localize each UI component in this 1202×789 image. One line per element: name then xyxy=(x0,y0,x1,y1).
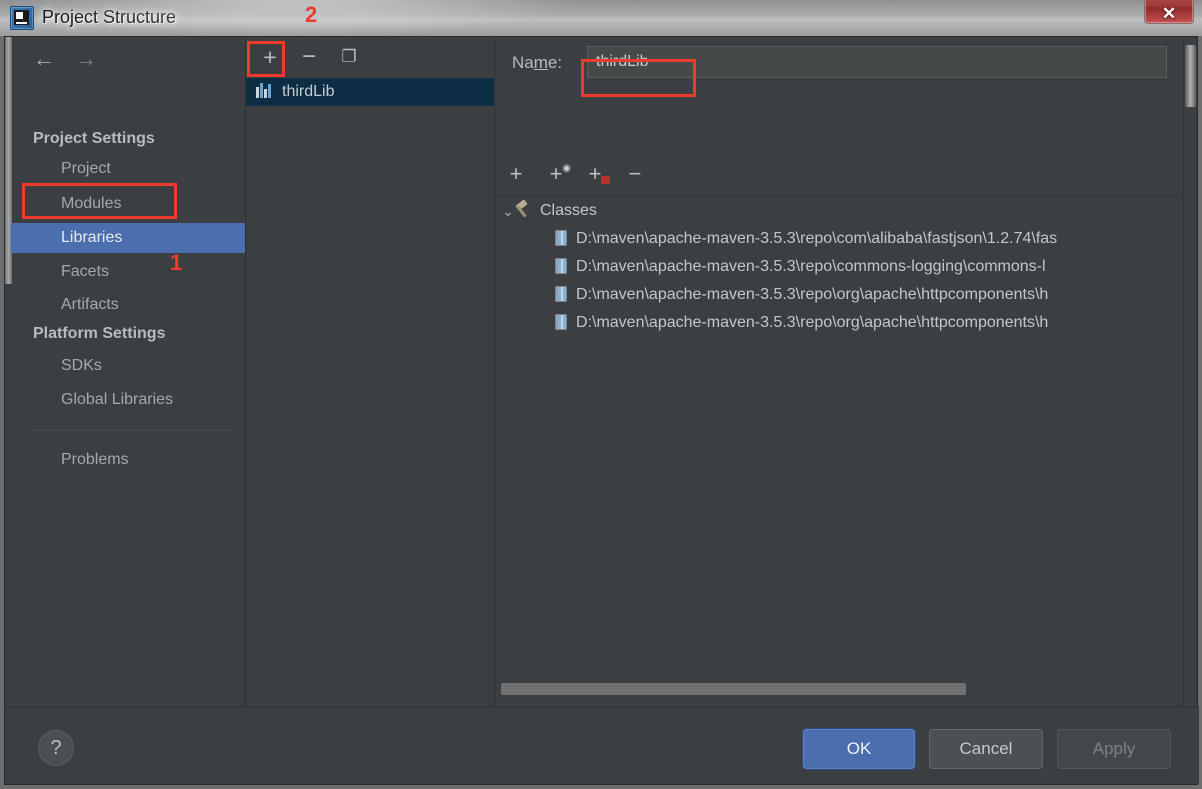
sidebar-item-sdks[interactable]: SDKs xyxy=(11,351,245,381)
tree-node-classes-label: Classes xyxy=(540,202,597,219)
library-list-item-label: thirdLib xyxy=(282,83,335,100)
add-dir-root-button[interactable]: + xyxy=(579,159,611,189)
detail-vertical-scrollbar[interactable] xyxy=(1183,37,1197,709)
sidebar-divider xyxy=(31,430,231,431)
library-list-panel: + − ❐ thirdLib xyxy=(246,37,495,709)
name-field-label: Name: xyxy=(512,53,562,73)
add-root-button[interactable]: + xyxy=(500,159,532,189)
hammer-icon xyxy=(515,199,533,218)
globe-icon: ◉ xyxy=(562,163,571,174)
name-label-part2: e: xyxy=(547,53,563,72)
settings-sidebar: ← → Project Settings Project Modules Lib… xyxy=(5,37,246,709)
jar-icon xyxy=(555,314,567,330)
library-roots-tree: ⌄ Classes D:\maven\apache-maven-3.5.3\re… xyxy=(495,197,1183,697)
add-dir-root-label: + xyxy=(588,161,602,186)
tree-item-jar-label: D:\maven\apache-maven-3.5.3\repo\org\apa… xyxy=(576,286,1049,303)
sidebar-item-project[interactable]: Project xyxy=(11,154,245,184)
sidebar-item-artifacts[interactable]: Artifacts xyxy=(11,290,245,320)
sidebar-item-facets[interactable]: Facets xyxy=(11,257,245,287)
intellij-idea-icon xyxy=(10,6,34,30)
apply-button[interactable]: Apply xyxy=(1057,729,1171,769)
sidebar-group-project-settings: Project Settings xyxy=(33,130,155,147)
add-jar-root-label: + xyxy=(549,161,563,186)
library-name-row: Name: thirdLib xyxy=(495,37,1197,83)
close-button[interactable]: ✕ xyxy=(1144,0,1194,24)
project-structure-dialog: Project Structure ✕ ← → Project Settings… xyxy=(0,0,1202,789)
tree-item-jar[interactable]: D:\maven\apache-maven-3.5.3\repo\com\ali… xyxy=(495,225,1183,253)
close-icon: ✕ xyxy=(1161,4,1177,23)
library-list-item-thirdlib[interactable]: thirdLib xyxy=(246,78,494,106)
detail-horizontal-scrollbar[interactable] xyxy=(501,683,1177,695)
tree-item-jar[interactable]: D:\maven\apache-maven-3.5.3\repo\commons… xyxy=(495,253,1183,281)
jar-icon xyxy=(555,286,567,302)
name-label-part1: Na xyxy=(512,53,534,72)
forward-arrow-icon[interactable]: → xyxy=(69,43,103,75)
folder-icon xyxy=(601,176,610,184)
title-bar: Project Structure ✕ xyxy=(0,0,1202,36)
jar-icon xyxy=(555,230,567,246)
ok-button[interactable]: OK xyxy=(803,729,915,769)
add-jar-root-button[interactable]: + ◉ xyxy=(540,159,572,189)
sidebar-item-libraries[interactable]: Libraries xyxy=(11,223,245,253)
help-button[interactable]: ? xyxy=(38,730,74,766)
dialog-body: ← → Project Settings Project Modules Lib… xyxy=(4,36,1199,785)
copy-library-button[interactable]: ❐ xyxy=(334,43,364,71)
tree-item-jar-label: D:\maven\apache-maven-3.5.3\repo\org\apa… xyxy=(576,314,1049,331)
library-list-toolbar: + − ❐ xyxy=(246,37,494,79)
back-arrow-icon[interactable]: ← xyxy=(27,43,61,75)
sidebar-item-modules[interactable]: Modules xyxy=(11,189,245,219)
sidebar-item-problems[interactable]: Problems xyxy=(11,445,245,475)
tree-item-jar-label: D:\maven\apache-maven-3.5.3\repo\com\ali… xyxy=(576,230,1058,247)
window-title: Project Structure xyxy=(42,7,177,27)
sidebar-item-global-libraries[interactable]: Global Libraries xyxy=(11,385,245,415)
library-roots-toolbar: + + ◉ + − xyxy=(495,157,1197,196)
library-name-input[interactable]: thirdLib xyxy=(587,46,1167,78)
tree-node-classes[interactable]: ⌄ Classes xyxy=(495,197,1183,225)
name-label-mnemonic: m xyxy=(533,53,548,72)
remove-root-button[interactable]: − xyxy=(619,159,651,189)
dialog-content: ← → Project Settings Project Modules Lib… xyxy=(5,37,1197,709)
chevron-down-icon[interactable]: ⌄ xyxy=(502,197,514,225)
library-detail-panel: Name: thirdLib 此处可修改名称 + +◉ + − ⌄ Classe… xyxy=(495,37,1197,709)
tree-item-jar[interactable]: D:\maven\apache-maven-3.5.3\repo\org\apa… xyxy=(495,281,1183,309)
detail-horizontal-scrollbar-thumb[interactable] xyxy=(501,683,966,695)
tree-item-jar-label: D:\maven\apache-maven-3.5.3\repo\commons… xyxy=(576,258,1046,275)
dialog-footer: ? OK Cancel Apply xyxy=(5,706,1199,784)
detail-vertical-scrollbar-thumb[interactable] xyxy=(1185,45,1196,107)
sidebar-nav-buttons: ← → xyxy=(11,43,245,79)
library-icon xyxy=(256,83,274,98)
remove-library-button[interactable]: − xyxy=(294,43,324,71)
cancel-button[interactable]: Cancel xyxy=(929,729,1043,769)
tree-item-jar[interactable]: D:\maven\apache-maven-3.5.3\repo\org\apa… xyxy=(495,309,1183,337)
add-library-button[interactable]: + xyxy=(255,43,285,71)
jar-icon xyxy=(555,258,567,274)
sidebar-group-platform-settings: Platform Settings xyxy=(33,325,166,342)
